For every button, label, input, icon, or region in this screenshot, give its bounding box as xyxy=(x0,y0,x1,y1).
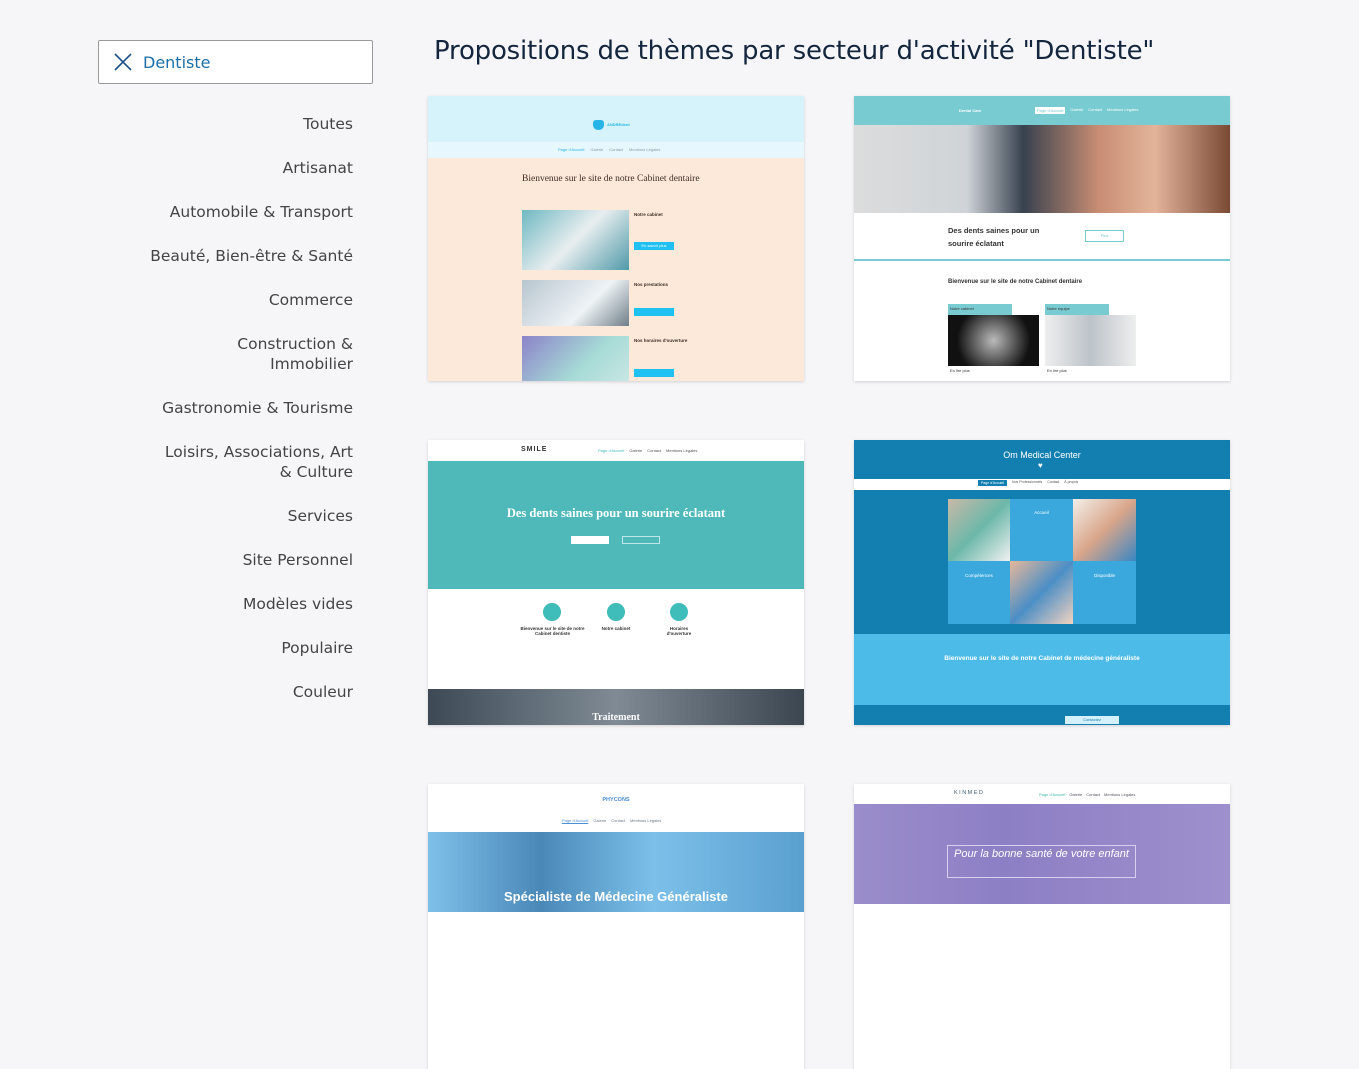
category-couleur[interactable]: Couleur xyxy=(150,682,353,702)
category-site-personnel[interactable]: Site Personnel xyxy=(150,550,353,570)
hero-image xyxy=(854,125,1230,213)
close-icon[interactable] xyxy=(113,52,133,72)
theme-nav: Page d'Accueil Galerie Contact Mentions Lég… xyxy=(558,147,661,152)
theme-heading: Bienvenue sur le site de notre Cabinet d… xyxy=(522,174,700,184)
theme-card-kinmed[interactable]: KINMED Page d'Accueil Galerie Contact Menti… xyxy=(854,784,1230,1069)
filter-label: Dentiste xyxy=(143,52,211,72)
heart-icon: ♥ xyxy=(1038,461,1043,470)
page-title: Propositions de thèmes par secteur d'act… xyxy=(434,36,1155,66)
theme-logo: ANDREdent xyxy=(607,122,630,127)
theme-card-smile[interactable]: SMILE Page d'Accueil Galerie Contact Mentio… xyxy=(428,440,804,725)
category-modeles-vides[interactable]: Modèles vides xyxy=(150,594,353,614)
category-artisanat[interactable]: Artisanat xyxy=(150,158,353,178)
category-construction[interactable]: Construction & Immobilier xyxy=(150,334,353,374)
tooth-logo-icon xyxy=(593,120,604,130)
theme-card-andredent[interactable]: ANDREdent Page d'Accueil Galerie Contact Me… xyxy=(428,96,804,381)
category-toutes[interactable]: Toutes xyxy=(150,114,353,134)
category-list: Toutes Artisanat Automobile & Transport … xyxy=(150,114,353,726)
active-filter-chip[interactable]: Dentiste xyxy=(98,40,373,84)
category-populaire[interactable]: Populaire xyxy=(150,638,353,658)
category-automobile[interactable]: Automobile & Transport xyxy=(150,202,353,222)
theme-card-om-medical[interactable]: Om Medical Center ♥ Page d'Accueil Nos Pr… xyxy=(854,440,1230,725)
theme-card-dental-care[interactable]: Dental Care Page d'Accueil Galerie Contact… xyxy=(854,96,1230,381)
theme-card-phycons[interactable]: PHYCONS Page d'Accueil Galerie Contact Ment… xyxy=(428,784,804,1069)
category-beaute[interactable]: Beauté, Bien-être & Santé xyxy=(150,246,353,266)
category-loisirs[interactable]: Loisirs, Associations, Art & Culture xyxy=(150,442,353,482)
category-gastronomie[interactable]: Gastronomie & Tourisme xyxy=(150,398,353,418)
category-commerce[interactable]: Commerce xyxy=(150,290,353,310)
category-services[interactable]: Services xyxy=(150,506,353,526)
